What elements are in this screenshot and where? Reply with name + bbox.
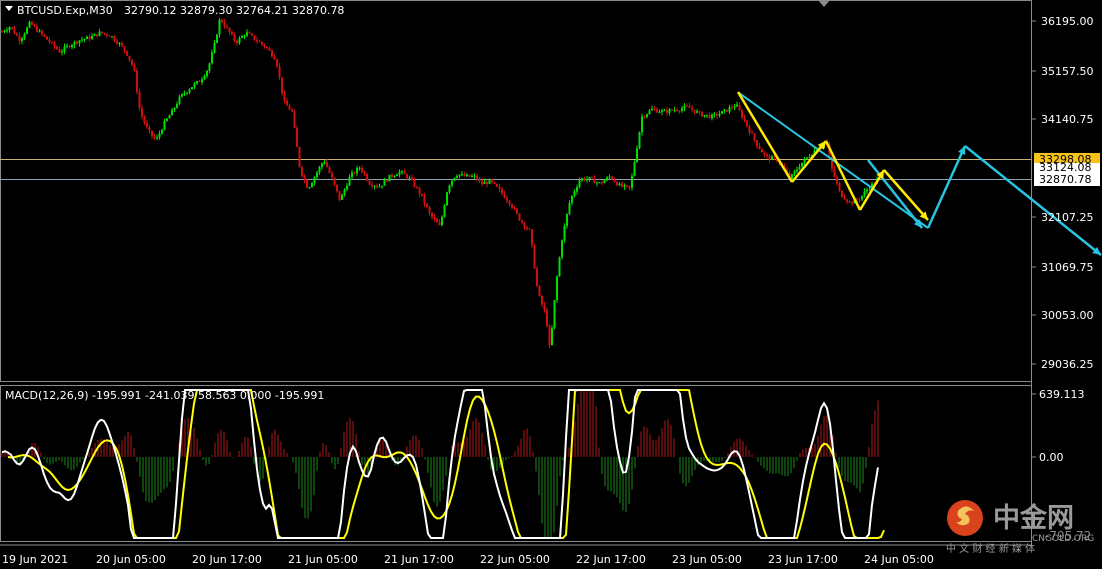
- candle: [293, 109, 296, 129]
- candle: [216, 33, 218, 44]
- cngold-watermark: 中金网 CNGOLD.ORG 中 文 财 经 新 媒 体: [946, 500, 1094, 555]
- candle: [548, 324, 551, 349]
- time-tick: 23 Jun 17:00: [768, 553, 838, 566]
- price-tick: 31069.75: [1041, 261, 1094, 274]
- macd-tick: 639.113: [1039, 388, 1085, 401]
- candle: [563, 223, 566, 243]
- candle: [553, 299, 556, 330]
- candle: [538, 285, 541, 297]
- candle: [518, 213, 521, 221]
- watermark-slogan: 中 文 财 经 新 媒 体: [946, 542, 1035, 555]
- candle: [138, 88, 141, 111]
- time-axis[interactable]: 19 Jun 2021 20 Jun 05:00 20 Jun 17:00 21…: [0, 544, 1031, 566]
- candle: [298, 146, 301, 168]
- time-tick: 22 Jun 05:00: [480, 553, 550, 566]
- macd-tick: 0.00: [1039, 451, 1064, 464]
- time-tick: 20 Jun 05:00: [96, 553, 166, 566]
- candle: [561, 239, 563, 260]
- candle: [446, 191, 448, 206]
- time-tick: 24 Jun 05:00: [864, 553, 934, 566]
- watermark-name: 中金网: [993, 502, 1074, 534]
- price-tick: 35157.50: [1041, 65, 1094, 78]
- bid-price-label: 32870.78: [1039, 173, 1092, 186]
- candle: [126, 50, 128, 57]
- candle: [536, 266, 538, 288]
- candle: [721, 110, 723, 115]
- candle: [531, 229, 533, 248]
- candle: [301, 165, 303, 178]
- time-tick: 20 Jun 17:00: [192, 553, 262, 566]
- candle: [443, 204, 446, 218]
- price-tick: 29036.25: [1041, 358, 1094, 371]
- candle: [136, 67, 138, 95]
- time-tick: 21 Jun 17:00: [384, 553, 454, 566]
- candle: [306, 178, 308, 189]
- candle: [26, 26, 28, 35]
- candle: [46, 36, 48, 40]
- price-axis[interactable]: 36195.00 35157.50 34140.75 32107.25 3106…: [1031, 15, 1100, 371]
- candle: [388, 174, 391, 182]
- candle: [441, 215, 443, 227]
- time-tick: 23 Jun 05:00: [672, 553, 742, 566]
- ohlc-label: 32790.12 32879.30 32764.21 32870.78: [124, 4, 344, 17]
- candle: [701, 111, 703, 117]
- candle: [558, 256, 561, 277]
- candle: [338, 191, 341, 202]
- candle: [641, 113, 643, 136]
- time-tick: 22 Jun 17:00: [576, 553, 646, 566]
- trading-chart[interactable]: BTCUSD.Exp,M30 32790.12 32879.30 32764.2…: [0, 0, 1102, 569]
- candle: [556, 275, 558, 303]
- time-tick: 21 Jun 05:00: [288, 553, 358, 566]
- macd-header: MACD(12,26,9) -195.991 -241.039 58.563 0…: [5, 389, 324, 402]
- watermark-domain: CNGOLD.ORG: [1032, 534, 1094, 544]
- price-tick: 32107.25: [1041, 211, 1094, 224]
- price-tick: 30053.00: [1041, 309, 1094, 322]
- candle: [496, 183, 498, 188]
- time-tick: 19 Jun 2021: [2, 553, 68, 566]
- symbol-label: BTCUSD.Exp,M30: [17, 4, 113, 17]
- price-tick: 36195.00: [1041, 15, 1094, 28]
- candle: [191, 87, 193, 90]
- candle: [633, 160, 636, 177]
- candle: [453, 177, 456, 182]
- candle: [296, 125, 298, 147]
- candle: [841, 190, 843, 198]
- candle: [546, 307, 548, 328]
- candle: [533, 243, 536, 269]
- candle: [638, 131, 641, 150]
- candle: [801, 162, 803, 168]
- price-tick: 34140.75: [1041, 113, 1094, 126]
